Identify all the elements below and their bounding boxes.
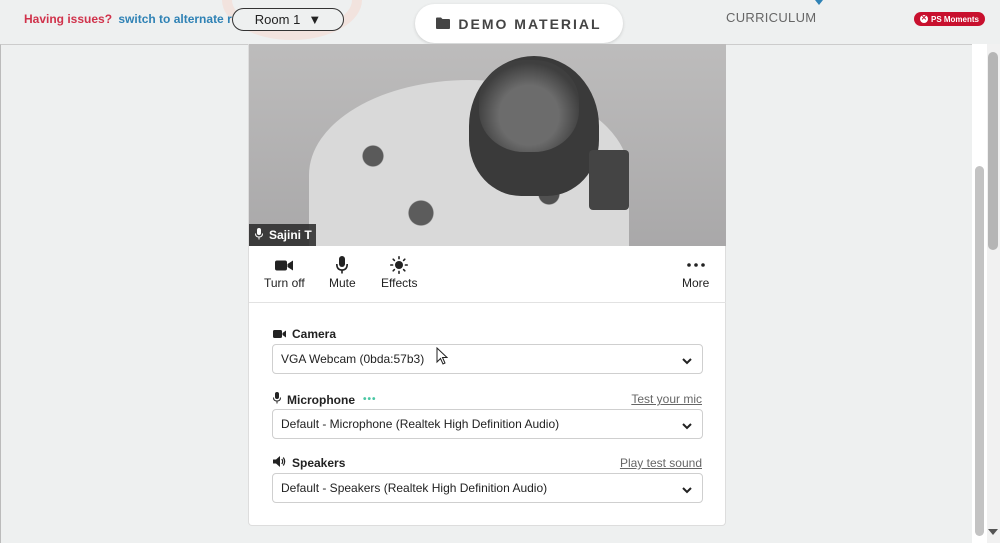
scrollbar-thumb[interactable] (988, 52, 998, 250)
more-dots-icon (686, 254, 705, 276)
chevron-down-icon (682, 419, 692, 433)
microphone-select-value: Default - Microphone (Realtek High Defin… (281, 417, 560, 431)
mute-label: Mute (329, 276, 356, 290)
video-camera-icon (275, 254, 294, 276)
video-preview: Sajini T (249, 44, 726, 246)
microphone-label-text: Microphone (287, 392, 355, 407)
background-chair (589, 150, 629, 210)
inner-scrollbar-thumb[interactable] (975, 166, 984, 536)
microphone-icon (336, 254, 349, 276)
participant-name-tag: Sajini T (249, 224, 316, 246)
x-circle-icon: ✕ (919, 15, 928, 23)
demo-material-button[interactable]: DEMO MATERIAL (415, 4, 623, 43)
participant-name: Sajini T (269, 228, 312, 242)
camera-label-text: Camera (292, 327, 337, 341)
camera-select-value: VGA Webcam (0bda:57b3) (281, 352, 425, 366)
participant-video (309, 56, 629, 246)
microphone-icon (255, 227, 263, 243)
microphone-select[interactable]: Default - Microphone (Realtek High Defin… (272, 409, 703, 439)
speakers-label-text: Speakers (292, 456, 346, 470)
speakers-label: Speakers (273, 456, 345, 470)
more-label: More (682, 276, 710, 290)
speaker-icon (273, 456, 286, 470)
test-mic-link[interactable]: Test your mic (631, 392, 702, 406)
effects-label: Effects (381, 276, 418, 290)
caret-down-icon: ▼ (308, 12, 322, 27)
ps-moments-label: PS Moments (930, 14, 979, 24)
ps-moments-badge[interactable]: ✕ PS Moments (914, 12, 985, 26)
speakers-select[interactable]: Default - Speakers (Realtek High Definit… (272, 473, 703, 503)
mute-button[interactable]: Mute (329, 254, 356, 290)
curriculum-link[interactable]: CURRICULUM (726, 10, 816, 25)
video-controls: Turn off Mute Effects More (249, 246, 726, 303)
turn-off-camera-button[interactable]: Turn off (264, 254, 305, 290)
play-test-sound-link[interactable]: Play test sound (620, 456, 702, 470)
more-button[interactable]: More (682, 254, 709, 290)
mic-level-indicator: ••• (363, 394, 377, 405)
turn-off-label: Turn off (264, 276, 305, 290)
curriculum-indicator (815, 0, 823, 5)
microphone-icon (273, 392, 281, 407)
demo-material-label: DEMO MATERIAL (458, 15, 602, 32)
participant-head (479, 60, 579, 152)
camera-select[interactable]: VGA Webcam (0bda:57b3) (272, 344, 703, 374)
device-settings-panel: Sajini T Turn off Mute Effects More Came… (248, 44, 726, 526)
room-select[interactable]: Room 1 ▼ (232, 8, 344, 31)
sun-icon (390, 254, 409, 276)
scroll-down-arrow[interactable] (988, 529, 998, 535)
mouse-cursor-icon (436, 346, 449, 370)
microphone-label: Microphone ••• (273, 392, 377, 407)
camera-label: Camera (273, 327, 336, 341)
chevron-down-icon (682, 483, 692, 497)
video-camera-icon (273, 327, 286, 341)
issues-text: Having issues? (24, 12, 113, 26)
chevron-down-icon (682, 354, 692, 368)
effects-button[interactable]: Effects (381, 254, 417, 290)
issues-notice: Having issues? switch to alternate room (24, 12, 257, 26)
room-select-value: Room 1 (254, 12, 301, 27)
folder-icon (436, 16, 451, 32)
top-bar: Having issues? switch to alternate room … (0, 0, 1000, 44)
speakers-select-value: Default - Speakers (Realtek High Definit… (281, 481, 548, 495)
